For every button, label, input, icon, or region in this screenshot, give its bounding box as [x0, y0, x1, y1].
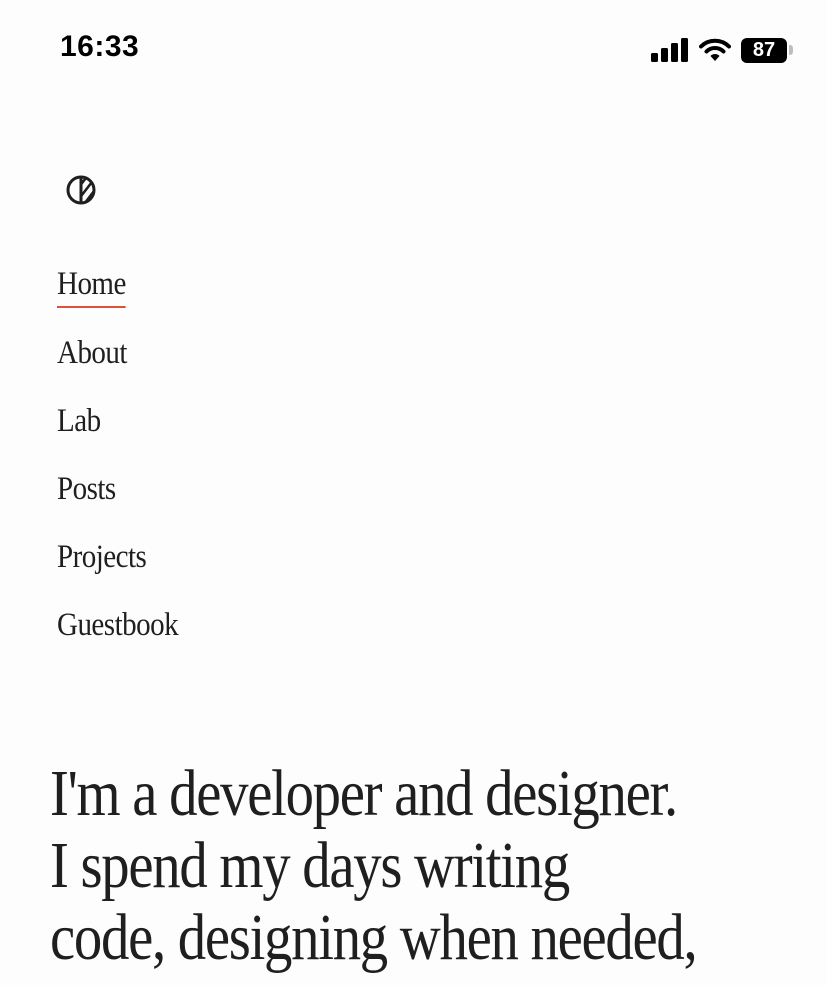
half-circle-logo-icon[interactable] [65, 174, 97, 206]
nav-item-projects: Projects [57, 534, 195, 602]
signal-icon [651, 38, 688, 62]
hero-intro-text: I'm a developer and designer. I spend my… [50, 758, 824, 974]
nav-item-posts: Posts [57, 466, 195, 534]
nav-link-projects[interactable]: Projects [57, 534, 147, 580]
hero-line: I'm a developer and designer. [50, 757, 678, 830]
nav-item-lab: Lab [57, 398, 195, 466]
nav-item-guestbook: Guestbook [57, 602, 195, 670]
battery-icon: 87 [741, 37, 793, 63]
status-icons: 87 [651, 35, 793, 65]
status-bar: 16:33 87 [0, 0, 827, 100]
nav-link-posts[interactable]: Posts [57, 466, 116, 512]
battery-level: 87 [741, 37, 787, 63]
nav-item-about: About [57, 330, 195, 398]
nav-link-lab[interactable]: Lab [57, 398, 101, 444]
hero-line: I spend my days writing [50, 829, 570, 902]
nav-link-about[interactable]: About [57, 330, 127, 376]
battery-cap [789, 45, 793, 55]
nav-item-home: Home [57, 262, 195, 330]
main-navigation: Home About Lab Posts Projects Guestbook [57, 262, 195, 670]
status-time: 16:33 [60, 30, 140, 63]
wifi-icon [699, 38, 731, 61]
nav-link-guestbook[interactable]: Guestbook [57, 602, 179, 648]
nav-link-home[interactable]: Home [57, 262, 126, 308]
hero-line: code, designing when needed, [50, 901, 698, 974]
